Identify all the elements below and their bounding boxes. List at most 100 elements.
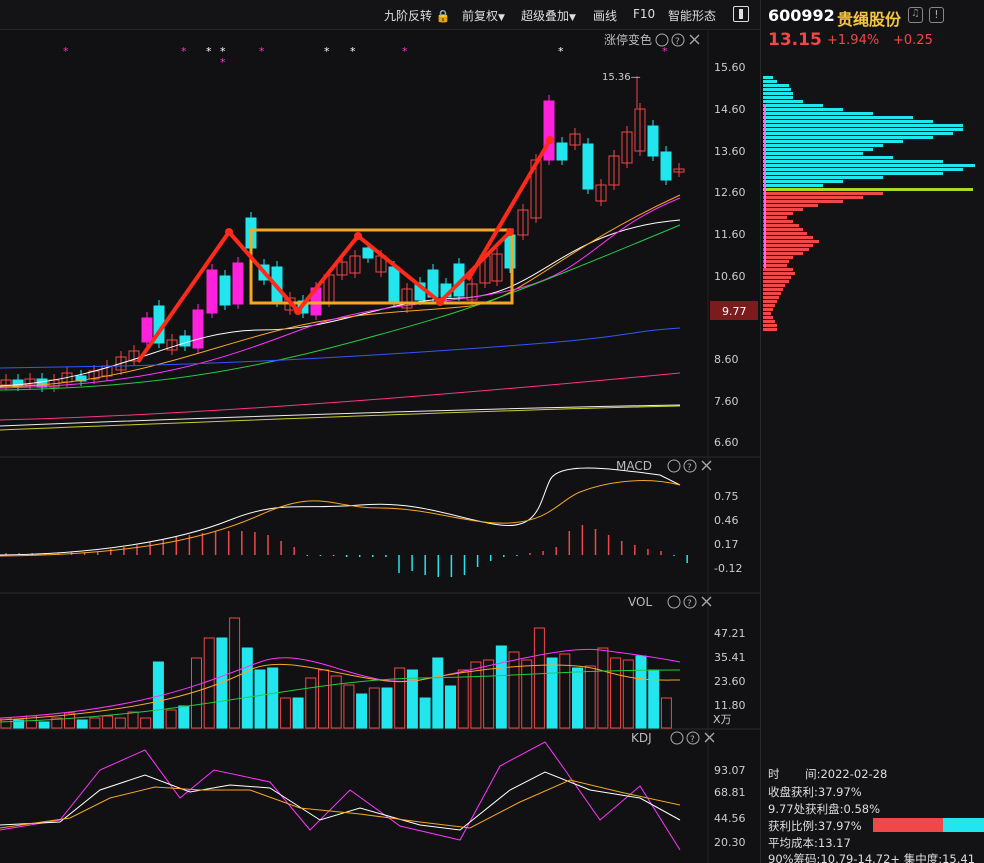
volume-bar <box>102 715 114 729</box>
macd-y-tick: -0.12 <box>714 562 742 575</box>
main-y-tick: 7.60 <box>714 395 739 408</box>
f10-button[interactable]: F10 <box>633 7 655 21</box>
chip-bar <box>763 144 883 147</box>
chip-bar <box>763 136 933 139</box>
chip-distribution <box>763 76 975 331</box>
volume-bar <box>635 655 647 729</box>
candlestick <box>362 247 374 259</box>
help-glyph: ? <box>687 599 692 609</box>
volume-bar <box>394 667 406 729</box>
layout-toggle-icon[interactable] <box>733 6 749 22</box>
volume-bar <box>114 717 126 729</box>
volume-bar <box>457 669 469 729</box>
chip-bar <box>763 260 789 263</box>
main-y-tick: 12.60 <box>714 186 746 199</box>
chart-area[interactable]: 15.60 14.60 13.60 12.60 11.60 10.60 8.60 7.60 6.… <box>0 30 760 863</box>
volume-bar <box>279 697 291 729</box>
vol-unit-label: X万 <box>713 713 732 726</box>
trend-arrow <box>296 234 360 313</box>
help-glyph: ? <box>675 37 680 47</box>
chip-bar <box>763 120 933 123</box>
chip-bar <box>763 80 777 83</box>
help-glyph: ? <box>690 735 695 745</box>
volume-bar <box>38 721 50 729</box>
volume-bar <box>597 647 609 729</box>
candlestick <box>660 151 672 181</box>
ma-line-light <box>0 404 681 427</box>
chip-bar <box>763 244 813 247</box>
chip-bar <box>763 200 843 203</box>
volume-bar <box>343 684 355 729</box>
main-y-tick: 15.60 <box>714 61 746 74</box>
limit-star-icon: * <box>558 45 564 58</box>
chip-time-value: 间:2022-02-28 <box>805 767 888 781</box>
volume-bar <box>470 661 482 729</box>
volume-bar <box>203 637 215 729</box>
ma-line-blue <box>0 327 681 369</box>
volume-bar <box>267 667 279 729</box>
settings-icon <box>670 731 684 745</box>
limit-star-icon: * <box>181 45 187 58</box>
chip-bar <box>763 300 777 303</box>
pattern-button[interactable]: 智能形态 <box>668 7 716 24</box>
limit-star-icon: * <box>662 45 668 58</box>
volume-bar <box>483 659 495 729</box>
volume-bar <box>419 697 431 729</box>
profit-bar-cyan <box>943 818 984 832</box>
chip-bar <box>763 196 863 199</box>
volume-bar <box>292 697 304 729</box>
chip-bar <box>763 104 823 107</box>
main-y-tick: 8.60 <box>714 353 739 366</box>
chip-bar <box>763 100 803 103</box>
volume-bar <box>216 637 228 729</box>
chip-bar <box>763 192 883 195</box>
volume-bar <box>584 665 596 729</box>
volume-bar <box>572 667 583 729</box>
chip-bar <box>763 232 807 235</box>
chip-bar <box>763 256 793 259</box>
volume-bar <box>508 651 520 729</box>
ma-line-yellow <box>0 405 681 431</box>
vol-title: VOL <box>628 595 652 609</box>
volume-bar <box>356 693 368 729</box>
close-icon <box>701 596 712 607</box>
volume-bar <box>546 657 558 729</box>
chip-bar <box>763 128 963 131</box>
volume-bar <box>381 687 393 729</box>
macd-y-tick: 0.17 <box>714 538 739 551</box>
volume-bar <box>165 709 177 729</box>
candlestick <box>556 142 568 161</box>
kdj-title: KDJ <box>631 731 652 745</box>
chip-bar <box>763 124 963 127</box>
volume-bar <box>191 657 202 729</box>
change-percent: +1.94% <box>827 33 880 48</box>
draw-button[interactable]: 画线 <box>593 7 617 24</box>
kdj-j-line <box>0 741 681 851</box>
alert-bell-icon[interactable]: ♫ <box>908 7 923 23</box>
chip-time-prefix: 时 <box>768 767 780 781</box>
kdj-y-tick: 44.56 <box>714 812 746 825</box>
profit-bar-red <box>873 818 943 832</box>
chip-bar <box>763 216 787 219</box>
close-icon <box>704 732 715 743</box>
chip-bar <box>763 84 789 87</box>
nine-reversal-button[interactable]: 九阶反转 🔒 <box>384 7 451 24</box>
candlestick <box>232 262 244 305</box>
chip-bar <box>763 168 963 171</box>
volume-bar <box>318 669 329 729</box>
close-icon <box>689 34 700 45</box>
volume-bar <box>533 627 545 729</box>
stock-name: 贵绳股份 <box>837 10 902 29</box>
adjust-dropdown[interactable]: 前复权▼ <box>462 7 505 24</box>
limit-star-icon: * <box>206 45 212 58</box>
overlay-dropdown[interactable]: 超级叠加▼ <box>521 7 576 24</box>
notice-icon[interactable]: ! <box>929 7 944 23</box>
chip-bar <box>763 276 791 279</box>
stock-side-panel: 600992 贵绳股份 ♫ ! 13.15 +1.94% +0.25 时 间:2… <box>760 0 984 863</box>
chip-bar <box>763 76 773 79</box>
volume-bar <box>241 647 253 729</box>
chip-bar <box>763 132 953 135</box>
volume-bar <box>368 687 380 729</box>
chip-bar <box>763 284 785 287</box>
stock-chart-app: 九阶反转 🔒 前复权▼ 超级叠加▼ 画线 F10 智能形态 15.60 14.60… <box>0 0 984 863</box>
